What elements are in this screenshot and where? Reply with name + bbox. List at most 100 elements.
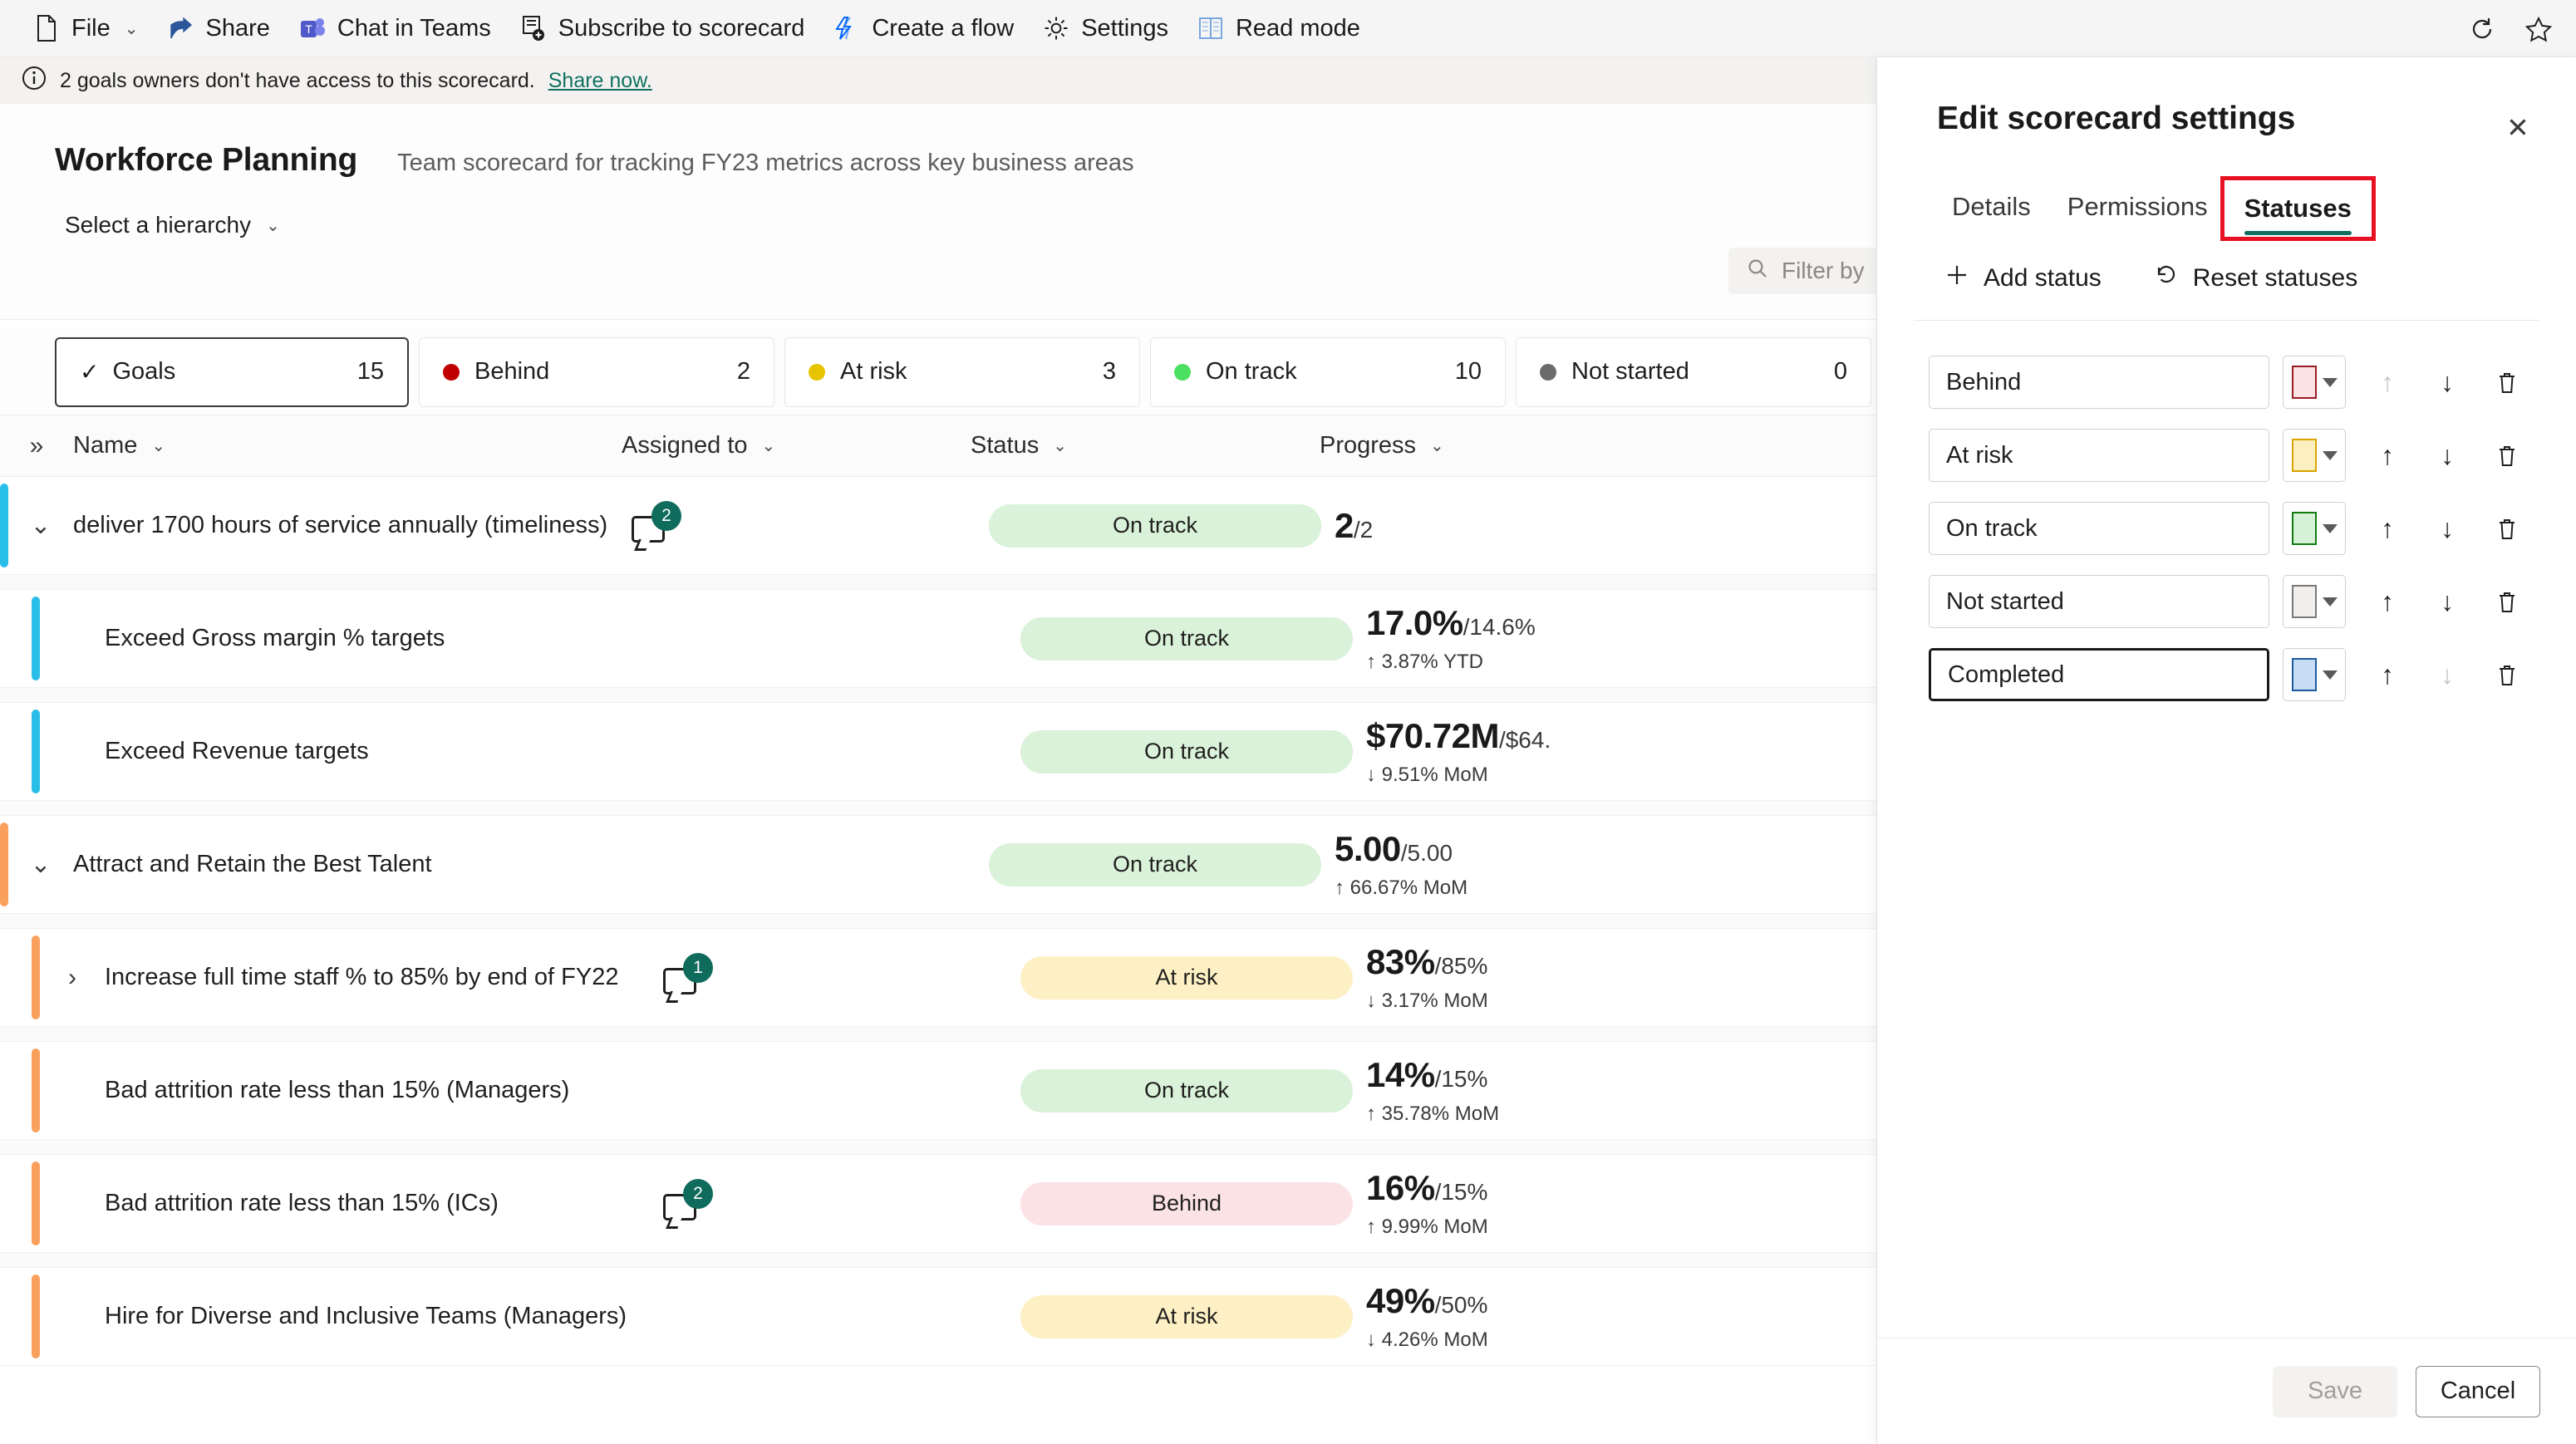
status-badge[interactable]: At risk [1020, 955, 1353, 1000]
chevron-right-icon[interactable]: › [40, 929, 105, 1026]
status-name-input[interactable] [1929, 356, 2269, 409]
read-mode-button[interactable]: Read mode [1182, 7, 1374, 50]
command-bar-right-actions [2468, 0, 2553, 57]
status-badge[interactable]: On track [989, 503, 1321, 548]
filter-placeholder: Filter by [1782, 258, 1865, 283]
delete-status-button[interactable] [2477, 429, 2537, 482]
status-dot-on-track [1174, 363, 1191, 381]
status-tab-on-track[interactable]: On track 10 [1150, 336, 1506, 407]
delete-status-button[interactable] [2477, 575, 2537, 628]
share-now-link[interactable]: Share now. [548, 69, 652, 93]
color-swatch-dropdown[interactable] [2283, 429, 2346, 482]
table-row[interactable]: Exceed Gross margin % targets On track 17.… [0, 590, 1876, 688]
save-button[interactable]: Save [2273, 1365, 2397, 1417]
table-row[interactable]: › Increase full time staff % to 85% by en… [0, 929, 1876, 1027]
tab-statuses[interactable]: Statuses [2220, 176, 2376, 241]
table-row[interactable]: Bad attrition rate less than 15% (Manage… [0, 1042, 1876, 1140]
move-status-up-button[interactable]: ↑ [2357, 575, 2417, 628]
status-tab-goals[interactable]: ✓ Goals 15 [55, 336, 409, 407]
progress-cell: 14%/15% ↑ 35.78% MoM [1361, 1042, 1876, 1139]
table-row[interactable]: ⌄ Attract and Retain the Best Talent On tr… [0, 816, 1876, 914]
info-icon [22, 66, 47, 96]
progress-target: /14.6% [1463, 614, 1536, 640]
status-tab-count: 0 [1833, 358, 1847, 385]
tab-details[interactable]: Details [1934, 192, 2049, 233]
read-mode-label: Read mode [1235, 14, 1360, 42]
cancel-button[interactable]: Cancel [2416, 1365, 2540, 1417]
status-dot-at-risk [809, 363, 825, 381]
progress-current: 2 [1335, 505, 1354, 545]
status-cell: On track [1012, 1042, 1361, 1139]
reset-statuses-button[interactable]: Reset statuses [2155, 263, 2357, 293]
table-row[interactable]: Hire for Diverse and Inclusive Teams (Ma… [0, 1268, 1876, 1366]
expand-all-icon[interactable]: » [0, 432, 73, 460]
tab-label: Details [1952, 192, 2031, 221]
tab-permissions[interactable]: Permissions [2049, 192, 2226, 233]
move-status-down-button[interactable]: ↓ [2417, 502, 2477, 555]
table-row[interactable]: ⌄ deliver 1700 hours of service annually … [0, 477, 1876, 575]
subscribe-to-scorecard-button[interactable]: Subscribe to scorecard [505, 7, 819, 50]
power-automate-icon [833, 14, 861, 42]
delete-status-button[interactable] [2477, 648, 2537, 701]
move-status-down-button[interactable]: ↓ [2417, 575, 2477, 628]
status-badge[interactable]: On track [1020, 729, 1353, 774]
chevron-down-icon: ⌄ [266, 216, 280, 235]
assigned-to-cell [663, 1042, 1012, 1139]
chevron-down-icon[interactable]: ⌄ [8, 477, 73, 574]
status-tab-not-started[interactable]: Not started 0 [1516, 336, 1871, 407]
status-name-input[interactable] [1929, 648, 2269, 701]
status-tab-label: On track [1206, 358, 1297, 385]
favorite-star-icon[interactable] [2524, 15, 2553, 43]
row-accent-bar [32, 1162, 40, 1245]
delete-status-button[interactable] [2477, 356, 2537, 409]
file-menu-button[interactable]: File ⌄ [18, 7, 153, 50]
goal-name: Exceed Revenue targets [105, 738, 369, 765]
status-badge[interactable]: On track [1020, 1068, 1353, 1112]
status-tab-at-risk[interactable]: At risk 3 [784, 336, 1140, 407]
color-swatch-dropdown[interactable] [2283, 356, 2346, 409]
move-status-up-button[interactable]: ↑ [2357, 502, 2417, 555]
move-status-up-button[interactable]: ↑ [2357, 648, 2417, 701]
panel-title: Edit scorecard settings [1937, 101, 2296, 136]
move-status-up-button[interactable]: ↑ [2357, 429, 2417, 482]
column-header-name[interactable]: Name ⌄ [73, 432, 622, 459]
scorecard-title-row: Workforce Planning Team scorecard for tr… [0, 104, 1876, 179]
status-badge[interactable]: On track [1020, 616, 1353, 661]
status-badge[interactable]: On track [989, 842, 1321, 887]
column-header-assigned-to[interactable]: Assigned to ⌄ [622, 432, 971, 459]
add-status-button[interactable]: Add status [1945, 263, 2102, 293]
status-name-input[interactable] [1929, 502, 2269, 555]
comment-count-badge[interactable]: 1 [663, 952, 713, 996]
share-button[interactable]: Share [153, 7, 284, 50]
progress-current: 17.0% [1366, 603, 1463, 642]
move-status-down-button[interactable]: ↓ [2417, 429, 2477, 482]
refresh-icon[interactable] [2468, 15, 2496, 43]
hierarchy-selector[interactable]: Select a hierarchy ⌄ [65, 212, 280, 238]
create-a-flow-button[interactable]: Create a flow [819, 7, 1028, 50]
chevron-down-icon: ⌄ [1430, 437, 1444, 455]
status-tab-count: 15 [356, 358, 384, 385]
chevron-down-icon[interactable]: ⌄ [8, 816, 73, 913]
comment-count-badge[interactable]: 2 [663, 1178, 713, 1222]
column-label: Status [971, 432, 1040, 459]
table-row[interactable]: Bad attrition rate less than 15% (ICs) 2 B… [0, 1155, 1876, 1253]
delete-status-button[interactable] [2477, 502, 2537, 555]
column-header-status[interactable]: Status ⌄ [971, 432, 1320, 459]
column-header-progress[interactable]: Progress ⌄ [1320, 432, 1876, 459]
status-tab-behind[interactable]: Behind 2 [419, 336, 774, 407]
comment-count-badge[interactable]: 2 [632, 500, 681, 544]
color-swatch-dropdown[interactable] [2283, 575, 2346, 628]
move-status-down-button[interactable]: ↓ [2417, 356, 2477, 409]
progress-target: /$64. [1498, 727, 1551, 753]
settings-button[interactable]: Settings [1028, 7, 1182, 50]
status-badge[interactable]: At risk [1020, 1294, 1353, 1338]
status-badge[interactable]: Behind [1020, 1181, 1353, 1225]
status-name-input[interactable] [1929, 429, 2269, 482]
table-row[interactable]: Exceed Revenue targets On track $70.72M/$6… [0, 703, 1876, 801]
close-icon[interactable]: ✕ [2500, 109, 2536, 145]
color-swatch-dropdown[interactable] [2283, 648, 2346, 701]
status-name-input[interactable] [1929, 575, 2269, 628]
color-swatch-dropdown[interactable] [2283, 502, 2346, 555]
chat-in-teams-button[interactable]: T Chat in Teams [284, 7, 505, 50]
panel-action-row: Add status Reset statuses [1945, 263, 2576, 293]
